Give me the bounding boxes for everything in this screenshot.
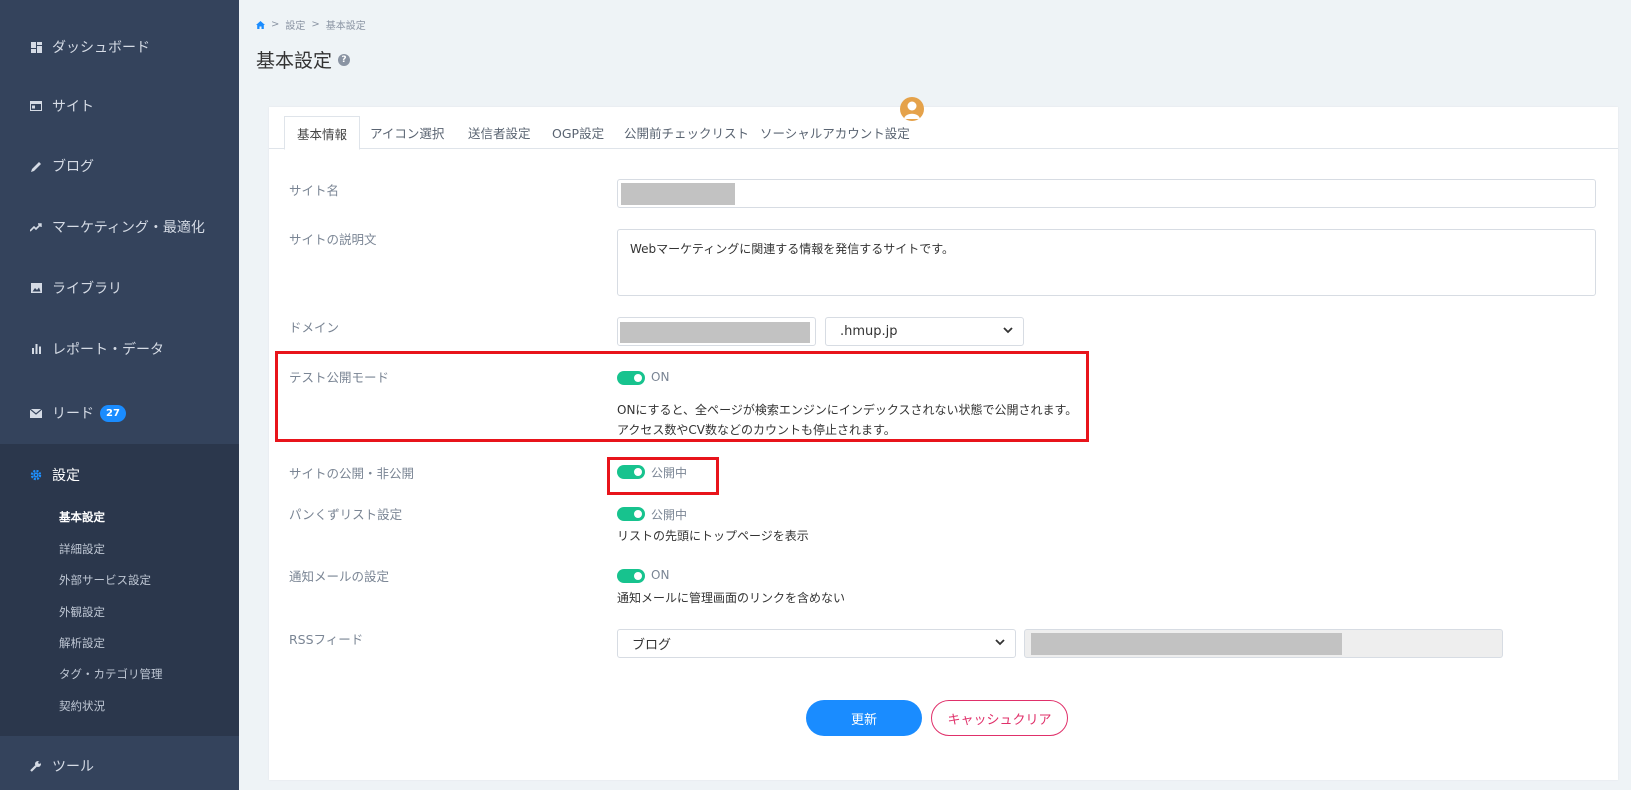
sidebar-sub-analytics[interactable]: 解析設定 [59, 635, 105, 651]
sidebar-item-label: サイト [52, 99, 94, 115]
rss-select[interactable]: ブログ [617, 629, 1016, 658]
image-icon [30, 282, 42, 294]
dashboard-icon [30, 41, 42, 53]
sidebar-item-label: リード [52, 406, 94, 422]
tab-bar: 基本情報 アイコン選択 送信者設定 OGP設定 公開前チェックリスト ソーシャル… [269, 97, 1618, 150]
breadcrumb-desc: リストの先頭にトップページを表示 [617, 529, 809, 543]
sidebar-item-dashboard[interactable]: ダッシュボード [0, 27, 239, 67]
breadcrumb-current: 基本設定 [325, 21, 366, 32]
site-name-input[interactable] [617, 179, 1596, 208]
wrench-icon [30, 760, 42, 772]
clear-cache-button[interactable]: キャッシュクリア [931, 700, 1068, 736]
sidebar-item-label: ツール [52, 759, 94, 775]
domain-input[interactable] [617, 317, 816, 346]
sidebar-item-lead[interactable]: リード 27 [0, 393, 239, 433]
redacted-value [620, 322, 810, 343]
home-icon[interactable] [256, 20, 265, 29]
tab-sender-settings[interactable]: 送信者設定 [456, 116, 543, 149]
sidebar-sub-tag-category[interactable]: タグ・カテゴリ管理 [59, 666, 163, 682]
description-textarea[interactable]: Webマーケティングに関連する情報を発信するサイトです。 [617, 229, 1596, 296]
sidebar-item-label: マーケティング・最適化 [52, 220, 205, 236]
gear-icon [30, 469, 42, 481]
domain-label: ドメイン [289, 320, 340, 335]
redacted-value [1031, 633, 1342, 655]
sidebar-item-settings[interactable]: 設定 [0, 455, 239, 495]
publish-label: サイトの公開・非公開 [289, 466, 415, 481]
breadcrumb: > 設定 > 基本設定 [256, 17, 366, 32]
settings-card: 基本情報 アイコン選択 送信者設定 OGP設定 公開前チェックリスト ソーシャル… [269, 97, 1618, 780]
site-icon [30, 100, 42, 112]
tab-basic-info[interactable]: 基本情報 [284, 116, 361, 150]
sidebar-item-blog[interactable]: ブログ [0, 146, 239, 186]
notify-state: ON [651, 568, 670, 582]
breadcrumb-settings[interactable]: 設定 [285, 17, 305, 32]
redacted-value [621, 183, 735, 205]
update-button[interactable]: 更新 [806, 700, 922, 736]
sidebar-sub-external-services[interactable]: 外部サービス設定 [59, 572, 151, 588]
rss-value: ブログ [632, 638, 672, 653]
domain-suffix-value: .hmup.jp [840, 324, 898, 339]
description-label: サイトの説明文 [289, 232, 377, 247]
rss-url-field[interactable] [1024, 629, 1503, 658]
tab-ogp-settings[interactable]: OGP設定 [540, 116, 616, 149]
sidebar-item-label: ライブラリ [52, 281, 122, 297]
sidebar-item-site[interactable]: サイト [0, 86, 239, 126]
sidebar-sub-appearance[interactable]: 外観設定 [59, 604, 105, 620]
tab-icon-select[interactable]: アイコン選択 [358, 116, 456, 149]
sidebar-sub-contract[interactable]: 契約状況 [59, 698, 105, 714]
notify-label: 通知メールの設定 [289, 569, 390, 584]
sidebar: ダッシュボード サイト ブログ マーケティング・最適化 ライブラリ レポート・デ… [0, 0, 239, 790]
breadcrumb-separator: > [311, 19, 320, 30]
highlight-box-publish [607, 457, 719, 495]
description-value: Webマーケティングに関連する情報を発信するサイトです。 [630, 242, 955, 256]
sidebar-item-label: ブログ [52, 159, 94, 175]
notify-desc: 通知メールに管理画面のリンクを含めない [617, 591, 846, 605]
bar-chart-icon [30, 343, 42, 355]
sidebar-item-marketing[interactable]: マーケティング・最適化 [0, 207, 239, 247]
help-icon[interactable]: ? [338, 53, 351, 66]
sidebar-item-label: 設定 [52, 468, 80, 484]
trend-icon [30, 221, 42, 233]
breadcrumb-setting-label: パンくずリスト設定 [289, 507, 403, 522]
pencil-icon [30, 160, 42, 172]
page-title-text: 基本設定 [256, 50, 333, 72]
sidebar-item-label: ダッシュボード [52, 40, 150, 56]
sidebar-item-label: レポート・データ [52, 342, 164, 358]
site-name-label: サイト名 [289, 183, 340, 198]
page-title: 基本設定 ? [256, 46, 351, 73]
rss-label: RSSフィード [289, 632, 364, 647]
tab-social-accounts[interactable]: ソーシャルアカウント設定 [748, 116, 922, 149]
tab-prepublish-checklist[interactable]: 公開前チェックリスト [612, 116, 761, 149]
breadcrumb-state: 公開中 [651, 508, 688, 522]
domain-suffix-select[interactable]: .hmup.jp [825, 317, 1024, 346]
mail-icon [30, 407, 42, 419]
chevron-down-icon [995, 638, 1005, 649]
sidebar-sub-detail-settings[interactable]: 詳細設定 [59, 541, 105, 557]
notify-toggle[interactable] [617, 569, 645, 583]
breadcrumb-toggle[interactable] [617, 507, 645, 521]
sidebar-item-tools[interactable]: ツール [0, 746, 239, 786]
user-avatar-icon[interactable] [900, 97, 924, 121]
chevron-down-icon [1003, 326, 1013, 337]
highlight-box-test-mode [275, 351, 1089, 442]
sidebar-item-report[interactable]: レポート・データ [0, 329, 239, 369]
sidebar-sub-basic-settings[interactable]: 基本設定 [59, 509, 105, 525]
breadcrumb-separator: > [271, 19, 280, 30]
sidebar-item-library[interactable]: ライブラリ [0, 268, 239, 308]
lead-count-badge: 27 [100, 404, 126, 422]
